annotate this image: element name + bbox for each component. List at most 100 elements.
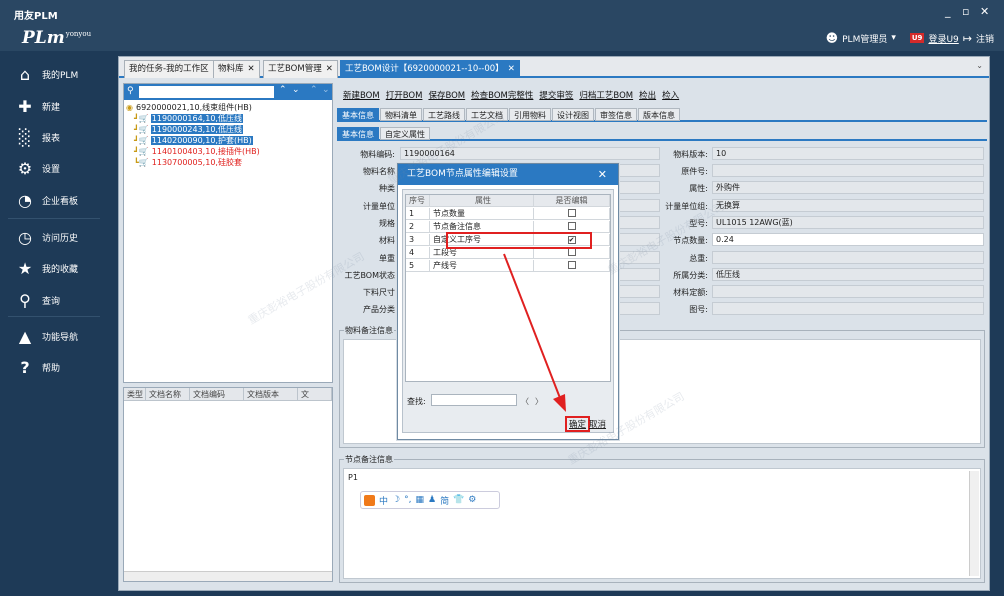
table-row[interactable]: 5 产线号 bbox=[406, 260, 610, 272]
tree-node[interactable]: ┛🛒 1190000243,10,低压线 bbox=[126, 124, 332, 135]
drawing-no-field[interactable] bbox=[712, 302, 984, 315]
tree-node[interactable]: ┛🛒 1140200090,10,护套(HB) bbox=[126, 135, 332, 146]
moon-icon[interactable]: ☽ bbox=[392, 495, 400, 505]
punctuation-icon[interactable]: °, bbox=[404, 495, 411, 505]
keyboard-icon[interactable]: ▦ bbox=[415, 495, 424, 505]
material-code-field[interactable]: 1190000164 bbox=[400, 147, 660, 160]
simplified-button[interactable]: 简 bbox=[440, 494, 449, 507]
ime-toolbar: 中 ☽ °, ▦ ♟ 简 👕 ⚙ bbox=[360, 491, 500, 509]
column-header[interactable]: 文档名称 bbox=[146, 388, 190, 400]
tab-process-docs[interactable]: 工艺文档 bbox=[466, 108, 508, 121]
node-note-textarea[interactable]: P1 bbox=[343, 468, 981, 579]
tree-node[interactable]: ┗🛒 1130700005,10,硅胶套 bbox=[126, 157, 332, 168]
checkin-button[interactable]: 检入 bbox=[662, 89, 679, 101]
model-field[interactable]: UL1015 12AWG(蓝) bbox=[712, 216, 984, 229]
user-menu[interactable]: PLM管理员 bbox=[842, 32, 887, 45]
search-icon: ⚲ bbox=[19, 290, 31, 310]
sidebar-item-search[interactable]: ⚲ 查询 bbox=[0, 285, 106, 315]
column-header[interactable]: 文档版本 bbox=[244, 388, 298, 400]
open-bom-button[interactable]: 打开BOM bbox=[386, 89, 423, 101]
close-icon[interactable]: ✕ bbox=[508, 64, 515, 74]
column-header[interactable]: 文 bbox=[298, 388, 332, 400]
dialog-search-input[interactable] bbox=[431, 394, 517, 406]
logo-sup: yonyou bbox=[65, 30, 92, 39]
tree-search-input[interactable] bbox=[139, 86, 274, 98]
sidebar-item-history[interactable]: ◷ 访问历史 bbox=[0, 222, 106, 252]
new-bom-button[interactable]: 新建BOM bbox=[343, 89, 380, 101]
tree-node[interactable]: ┛🛒 1190000164,10,低压线 bbox=[126, 113, 332, 124]
tab-process-route[interactable]: 工艺路线 bbox=[423, 108, 465, 121]
chevron-double-up-icon[interactable]: ⌃ bbox=[310, 85, 318, 95]
tab-material-list[interactable]: 物料清单 bbox=[380, 108, 422, 121]
column-header[interactable]: 类型 bbox=[124, 388, 146, 400]
chevron-right-icon[interactable]: 〉 bbox=[535, 396, 543, 407]
attribute-field[interactable]: 外购件 bbox=[712, 181, 984, 194]
sidebar-item-dashboard[interactable]: ◔ 企业看板 bbox=[0, 185, 106, 215]
person-icon[interactable]: ♟ bbox=[428, 495, 436, 505]
tab-ref-material[interactable]: 引用物料 bbox=[509, 108, 551, 121]
maximize-button[interactable]: ▫ bbox=[962, 5, 969, 18]
table-row[interactable]: 1 节点数量 bbox=[406, 208, 610, 220]
ok-button[interactable]: 确定 bbox=[565, 416, 591, 432]
vertical-scrollbar[interactable] bbox=[969, 471, 979, 576]
sidebar-item-my-plm[interactable]: ⌂ 我的PLM bbox=[0, 59, 106, 89]
close-window-button[interactable]: ✕ bbox=[980, 5, 989, 18]
sidebar-item-favorites[interactable]: ★ 我的收藏 bbox=[0, 253, 106, 283]
tab-process-bom-manage[interactable]: 工艺BOM管理 ✕ bbox=[263, 60, 338, 78]
chevron-double-down-icon[interactable]: ⌄ bbox=[322, 85, 330, 95]
tree-node-root[interactable]: ◉ 6920000021,10,线束组件(HB) bbox=[126, 102, 332, 113]
save-bom-button[interactable]: 保存BOM bbox=[428, 89, 465, 101]
chevron-down-icon[interactable]: ⌄ bbox=[292, 85, 300, 95]
tree-node[interactable]: ┛🛒 1140100403,10,接插件(HB) bbox=[126, 146, 332, 157]
cancel-button[interactable]: 取消 bbox=[589, 418, 606, 430]
check-bom-button[interactable]: 检查BOM完整性 bbox=[471, 89, 533, 101]
chevron-up-icon[interactable]: ⌃ bbox=[279, 85, 287, 95]
login-u9-link[interactable]: 登录U9 bbox=[928, 32, 958, 45]
tab-custom-attributes[interactable]: 自定义属性 bbox=[380, 127, 430, 140]
sidebar-item-help[interactable]: ? 帮助 bbox=[0, 352, 106, 382]
gear-icon[interactable]: ⚙ bbox=[468, 495, 476, 505]
edit-checkbox[interactable] bbox=[567, 209, 576, 217]
close-icon[interactable]: ✕ bbox=[326, 64, 333, 74]
material-version-field[interactable]: 10 bbox=[712, 147, 984, 160]
tab-basic-info-sub[interactable]: 基本信息 bbox=[337, 127, 379, 140]
tab-basic-info[interactable]: 基本信息 bbox=[337, 108, 379, 121]
edit-checkbox[interactable] bbox=[567, 222, 576, 230]
node-quantity-field[interactable]: 0.24 bbox=[712, 233, 984, 246]
sidebar-item-navigation[interactable]: ▲ 功能导航 bbox=[0, 321, 106, 351]
unit-group-field[interactable]: 无换算 bbox=[712, 199, 984, 212]
edit-checkbox[interactable] bbox=[567, 248, 576, 256]
sidebar-item-settings[interactable]: ⚙ 设置 bbox=[0, 153, 106, 183]
tab-version-info[interactable]: 版本信息 bbox=[638, 108, 680, 121]
sidebar-item-report[interactable]: ░ 报表 bbox=[0, 122, 106, 152]
group-title: 物料备注信息 bbox=[344, 325, 394, 336]
category-class-field[interactable]: 低压线 bbox=[712, 268, 984, 281]
edit-checkbox[interactable] bbox=[567, 261, 576, 269]
tab-my-tasks[interactable]: 我的任务-我的工作区 bbox=[124, 60, 214, 78]
checkout-button[interactable]: 检出 bbox=[639, 89, 656, 101]
original-part-field[interactable] bbox=[712, 164, 984, 177]
horizontal-scrollbar[interactable] bbox=[124, 571, 332, 581]
total-weight-field[interactable] bbox=[712, 251, 984, 264]
material-quota-field[interactable] bbox=[712, 285, 984, 298]
minimize-button[interactable]: _ bbox=[945, 5, 951, 18]
column-header[interactable]: 文档编码 bbox=[190, 388, 244, 400]
chevron-down-icon[interactable]: ▾ bbox=[891, 33, 896, 43]
chevron-left-icon[interactable]: 〈 bbox=[521, 396, 529, 407]
tab-process-bom-design[interactable]: 工艺BOM设计【6920000021--10--00】 ✕ bbox=[340, 60, 520, 78]
close-icon[interactable]: ✕ bbox=[598, 164, 607, 185]
tab-review-info[interactable]: 审签信息 bbox=[595, 108, 637, 121]
sidebar-item-new[interactable]: ✚ 新建 bbox=[0, 91, 106, 121]
logout-link[interactable]: 注销 bbox=[976, 32, 994, 45]
skin-icon[interactable]: 👕 bbox=[453, 495, 464, 505]
archive-bom-button[interactable]: 归档工艺BOM bbox=[579, 89, 633, 101]
chevron-down-icon[interactable]: ⌄ bbox=[976, 61, 983, 70]
ime-mode-button[interactable]: 中 bbox=[379, 494, 388, 507]
tab-material-library[interactable]: 物料库 ✕ bbox=[213, 60, 260, 78]
tab-label: 工艺BOM管理 bbox=[268, 64, 322, 74]
logout-icon[interactable]: ↦ bbox=[963, 32, 972, 45]
gear-icon: ⚙ bbox=[17, 158, 33, 178]
close-icon[interactable]: ✕ bbox=[248, 64, 255, 74]
submit-review-button[interactable]: 提交审签 bbox=[539, 89, 573, 101]
tab-design-view[interactable]: 设计视图 bbox=[552, 108, 594, 121]
